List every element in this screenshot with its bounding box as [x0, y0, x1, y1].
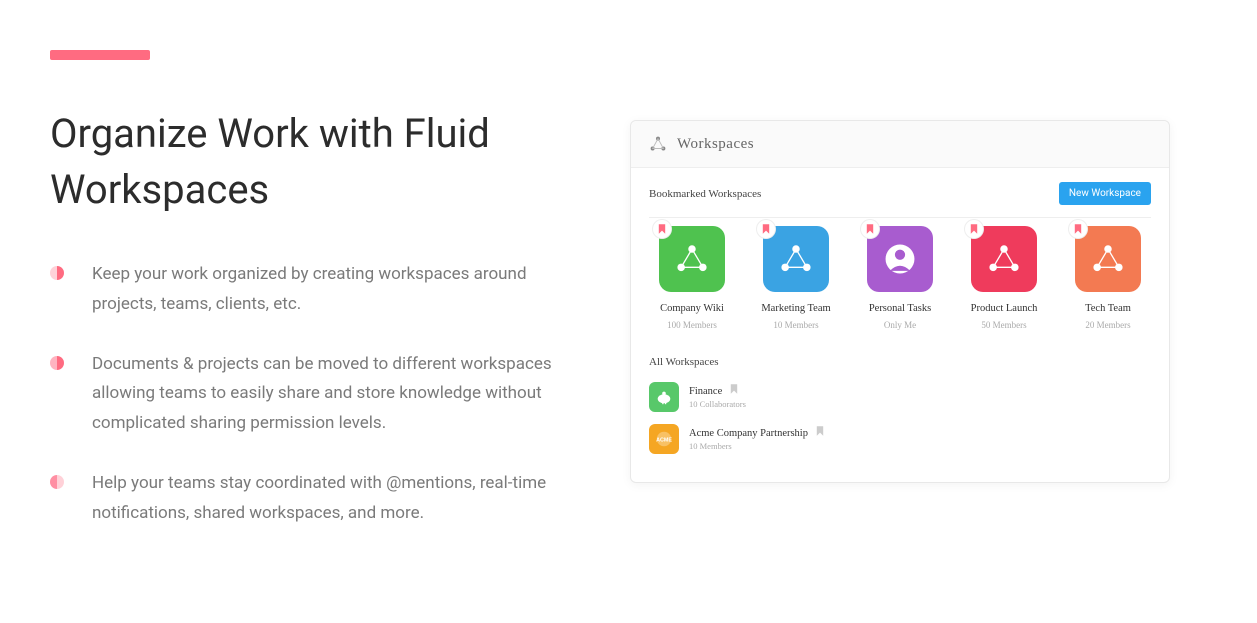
workspace-tile-meta: 50 Members	[961, 320, 1047, 330]
workspace-list-meta: 10 Collaborators	[689, 399, 746, 409]
all-workspaces-label: All Workspaces	[649, 356, 1151, 368]
svg-text:ACME: ACME	[656, 437, 672, 443]
workspaces-icon	[649, 135, 667, 153]
headline: Organize Work with Fluid Workspaces	[50, 106, 570, 218]
bullet-list: Keep your work organized by creating wor…	[50, 260, 570, 528]
new-workspace-button[interactable]: New Workspace	[1059, 182, 1151, 205]
bookmark-icon[interactable]	[730, 386, 738, 397]
bullet-text: Documents & projects can be moved to dif…	[92, 350, 570, 439]
workspace-tile-icon	[971, 226, 1037, 292]
workspace-tile-icon	[1075, 226, 1141, 292]
workspace-tile-name: Tech Team	[1065, 302, 1151, 316]
workspace-tile-meta: Only Me	[857, 320, 943, 330]
bullet-dot-icon	[50, 475, 64, 489]
bookmarked-label: Bookmarked Workspaces	[649, 188, 761, 200]
all-workspaces-list: Finance 10 Collaborators ACME Acme Company…	[649, 382, 1151, 454]
workspace-list-item[interactable]: ACME Acme Company Partnership 10 Members	[649, 424, 1151, 454]
workspace-list-item[interactable]: Finance 10 Collaborators	[649, 382, 1151, 412]
workspace-tile[interactable]: Personal Tasks Only Me	[857, 226, 943, 330]
bookmark-icon[interactable]	[757, 220, 775, 238]
bullet-text: Help your teams stay coordinated with @m…	[92, 469, 570, 529]
workspace-tile-meta: 10 Members	[753, 320, 839, 330]
workspaces-panel: Workspaces Bookmarked Workspaces New Wor…	[630, 120, 1170, 483]
workspace-tile-meta: 100 Members	[649, 320, 735, 330]
workspace-list-name: Acme Company Partnership	[689, 426, 824, 439]
workspace-tile[interactable]: Marketing Team 10 Members	[753, 226, 839, 330]
panel-title: Workspaces	[677, 136, 754, 153]
bookmark-icon[interactable]	[861, 220, 879, 238]
workspace-tile-icon	[867, 226, 933, 292]
workspace-list-name: Finance	[689, 384, 746, 397]
workspace-tile[interactable]: Product Launch 50 Members	[961, 226, 1047, 330]
workspace-tile-name: Personal Tasks	[857, 302, 943, 316]
bookmarked-tiles: Company Wiki 100 Members Marketing Team 10 …	[649, 217, 1151, 334]
bookmark-icon[interactable]	[965, 220, 983, 238]
bookmark-icon[interactable]	[1069, 220, 1087, 238]
panel-header: Workspaces	[631, 121, 1169, 168]
bookmark-icon[interactable]	[816, 428, 824, 439]
workspace-tile-meta: 20 Members	[1065, 320, 1151, 330]
workspace-tile-name: Company Wiki	[649, 302, 735, 316]
workspace-tile[interactable]: Company Wiki 100 Members	[649, 226, 735, 330]
workspace-list-icon	[649, 382, 679, 412]
bullet-dot-icon	[50, 266, 64, 280]
workspace-list-icon: ACME	[649, 424, 679, 454]
workspace-tile-name: Product Launch	[961, 302, 1047, 316]
bullet-text: Keep your work organized by creating wor…	[92, 260, 570, 320]
workspace-tile-name: Marketing Team	[753, 302, 839, 316]
accent-bar	[50, 50, 150, 60]
workspace-tile-icon	[763, 226, 829, 292]
workspace-tile-icon	[659, 226, 725, 292]
bookmark-icon[interactable]	[653, 220, 671, 238]
workspace-tile[interactable]: Tech Team 20 Members	[1065, 226, 1151, 330]
workspace-list-meta: 10 Members	[689, 441, 824, 451]
bullet-dot-icon	[50, 356, 64, 370]
